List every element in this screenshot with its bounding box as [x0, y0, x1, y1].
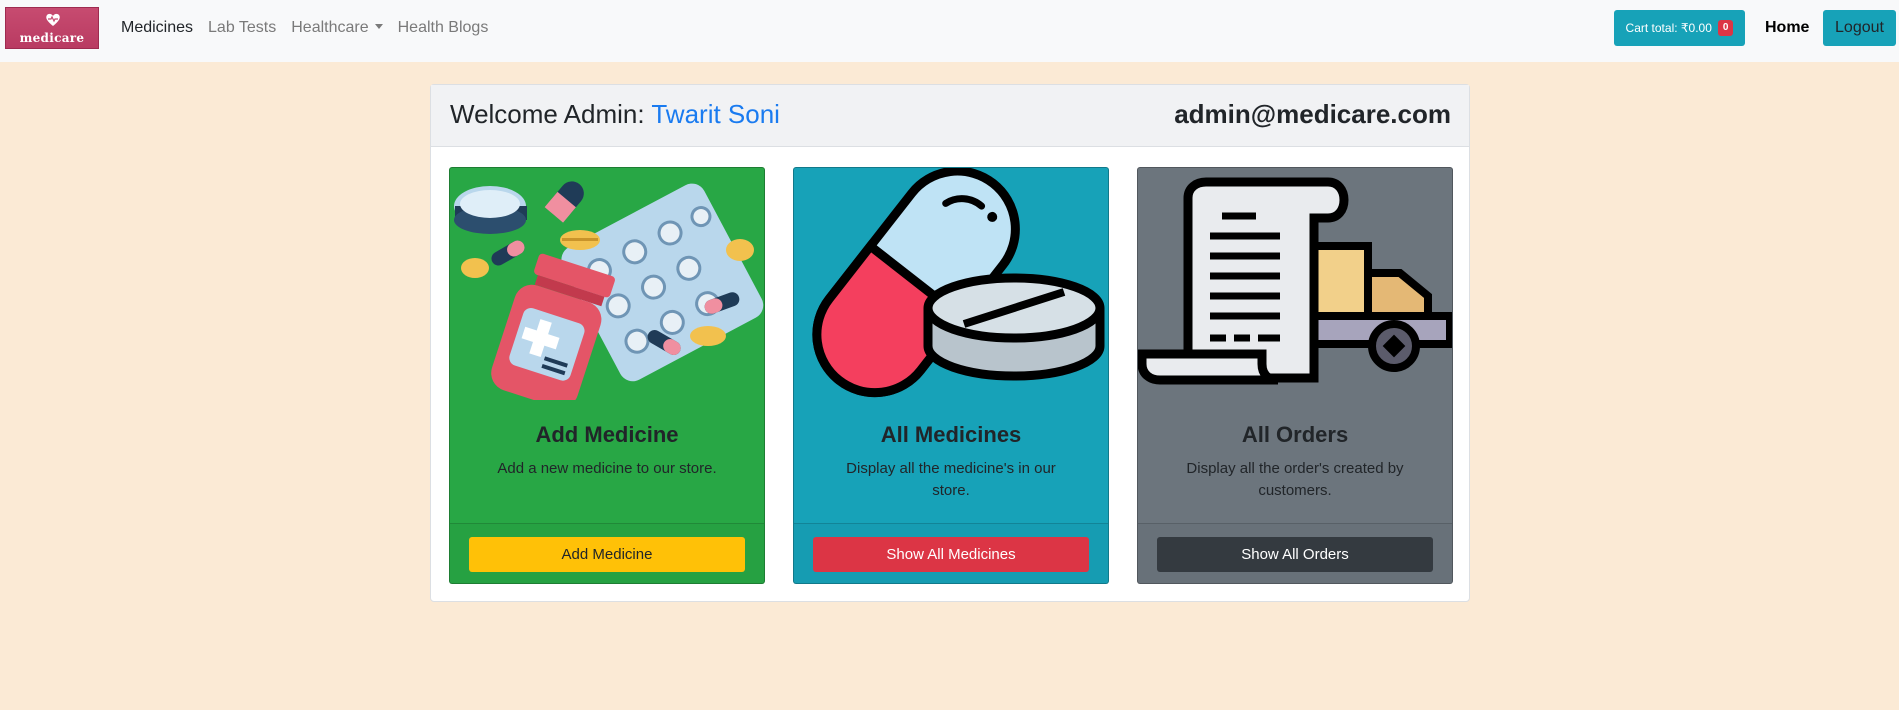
cart-count-badge: 0 — [1717, 20, 1734, 36]
medicines-illustration-icon — [454, 181, 764, 400]
nav-link-health-blogs[interactable]: Health Blogs — [398, 19, 489, 37]
cart-total-button[interactable]: Cart total: ₹0.00 0 — [1614, 10, 1745, 46]
tile-description: Display all the medicine's in our store. — [846, 460, 1056, 499]
receipt-delivery-truck-icon — [1138, 177, 1452, 385]
tile-title: Add Medicine — [535, 422, 679, 447]
welcome-heading: Welcome Admin: Twarit Soni — [450, 99, 780, 130]
tile-footer: Show All Orders — [1138, 523, 1452, 583]
nav-link-lab-tests[interactable]: Lab Tests — [208, 19, 276, 37]
nav-links: Medicines Lab Tests Healthcare Health Bl… — [121, 19, 503, 37]
tile-add-medicine: Add Medicine Add a new medicine to our s… — [449, 167, 765, 584]
logout-button[interactable]: Logout — [1823, 10, 1896, 46]
tile-title: All Medicines — [880, 422, 1022, 447]
navbar: medicare Medicines Lab Tests Healthcare … — [0, 0, 1899, 62]
show-all-medicines-button[interactable]: Show All Medicines — [813, 537, 1089, 572]
nav-link-medicines[interactable]: Medicines — [121, 19, 193, 37]
capsule-pill-icon — [812, 168, 1105, 398]
tile-footer: Show All Medicines — [794, 523, 1108, 583]
nav-dropdown-healthcare-label: Healthcare — [291, 19, 369, 36]
caret-down-icon — [374, 24, 383, 29]
admin-email: admin@medicare.com — [1174, 99, 1451, 129]
card-header: Welcome Admin: Twarit Soni admin@medicar… — [431, 85, 1469, 147]
tile-description: Display all the order's created by custo… — [1186, 460, 1404, 499]
logo-heart-icon — [46, 13, 60, 26]
tile-title: All Orders — [1241, 422, 1349, 447]
medicare-logo[interactable]: medicare — [5, 7, 99, 49]
admin-dashboard-card: Welcome Admin: Twarit Soni admin@medicar… — [430, 84, 1470, 602]
logo-text: medicare — [19, 31, 85, 45]
tile-all-medicines: All Medicines Display all the medicine's… — [793, 167, 1109, 584]
nav-dropdown-healthcare[interactable]: Healthcare — [291, 19, 383, 37]
tile-description: Add a new medicine to our store. — [497, 460, 717, 477]
admin-name: Twarit Soni — [651, 99, 780, 129]
show-all-orders-button[interactable]: Show All Orders — [1157, 537, 1433, 572]
tile-footer: Add Medicine — [450, 523, 764, 583]
home-link[interactable]: Home — [1765, 19, 1809, 37]
tile-all-orders: All Orders Display all the order's creat… — [1137, 167, 1453, 584]
cart-total-label: Cart total: ₹0.00 — [1625, 21, 1712, 35]
add-medicine-button[interactable]: Add Medicine — [469, 537, 745, 572]
welcome-prefix: Welcome Admin: — [450, 99, 645, 129]
